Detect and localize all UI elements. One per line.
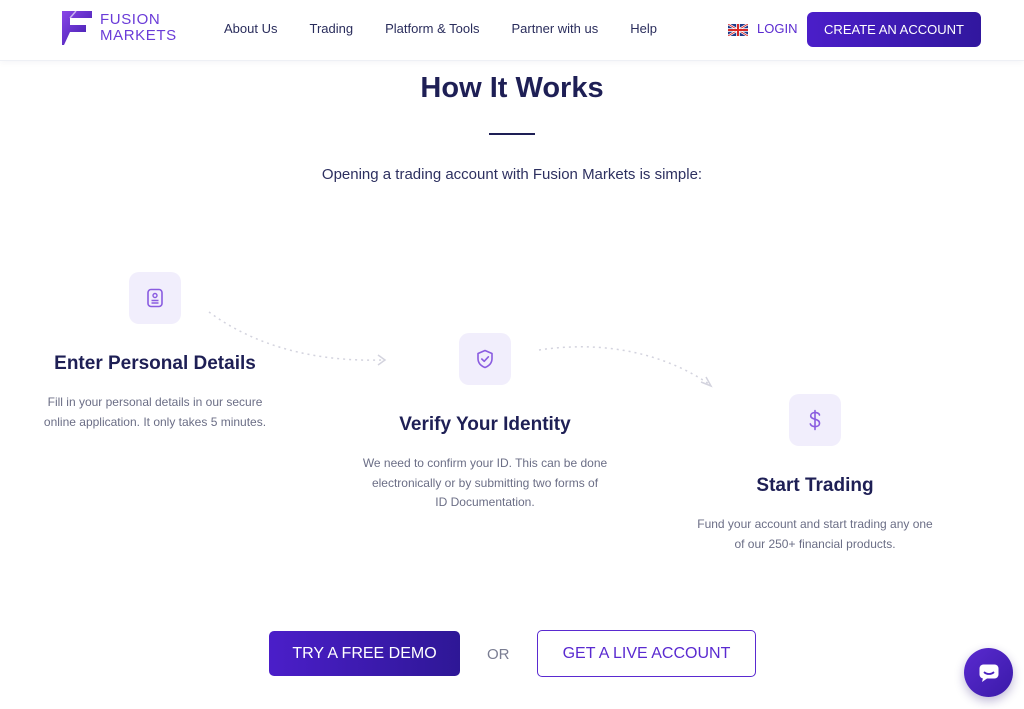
get-live-account-button[interactable]: GET A LIVE ACCOUNT bbox=[537, 630, 756, 677]
step-description: Fill in your personal details in our sec… bbox=[20, 393, 290, 432]
nav-trading[interactable]: Trading bbox=[309, 21, 353, 36]
login-link[interactable]: LOGIN bbox=[757, 21, 797, 36]
cta-or-label: OR bbox=[487, 646, 510, 663]
nav-help[interactable]: Help bbox=[630, 21, 657, 36]
logo-text: FUSION MARKETS bbox=[94, 12, 177, 44]
document-icon bbox=[147, 288, 163, 308]
create-account-button[interactable]: CREATE AN ACCOUNT bbox=[807, 12, 981, 47]
site-header: FUSION MARKETS About Us Trading Platform… bbox=[0, 0, 1024, 61]
step-desc-line: online application. It only takes 5 minu… bbox=[43, 414, 267, 429]
step-description: Fund your account and start trading any … bbox=[680, 515, 950, 554]
step-icon-box bbox=[789, 394, 841, 446]
step-desc-line: electronically or by submitting two form… bbox=[371, 475, 599, 490]
step-desc-line: Fund your account and start trading any … bbox=[697, 517, 933, 531]
chat-icon bbox=[979, 664, 998, 682]
step-desc-line: ID Documentation. bbox=[435, 495, 535, 509]
step-icon-box bbox=[129, 272, 181, 324]
step-desc-line: of our 250+ financial products. bbox=[734, 536, 896, 551]
uk-flag-icon[interactable] bbox=[728, 24, 748, 36]
step-desc-line: We need to confirm your ID. This can be … bbox=[362, 456, 608, 470]
step-start-trading: Start Trading Fund your account and star… bbox=[680, 394, 950, 554]
fusion-markets-logo[interactable]: FUSION MARKETS bbox=[60, 9, 177, 47]
step-verify-identity: Verify Your Identity We need to confirm … bbox=[350, 333, 620, 513]
try-free-demo-button[interactable]: TRY A FREE DEMO bbox=[269, 631, 460, 676]
nav-partner-with-us[interactable]: Partner with us bbox=[512, 21, 599, 36]
nav-platform-tools[interactable]: Platform & Tools bbox=[385, 21, 479, 36]
step-title: Start Trading bbox=[756, 475, 874, 496]
step-title: Verify Your Identity bbox=[399, 414, 571, 435]
chat-widget-button[interactable] bbox=[964, 648, 1013, 697]
logo-line2: MARKETS bbox=[100, 27, 177, 44]
section-title: How It Works bbox=[420, 72, 604, 104]
step-enter-details: Enter Personal Details Fill in your pers… bbox=[20, 272, 290, 432]
section-intro: Opening a trading account with Fusion Ma… bbox=[321, 166, 703, 183]
step-description: We need to confirm your ID. This can be … bbox=[350, 454, 620, 513]
title-underline bbox=[489, 133, 535, 135]
nav-about-us[interactable]: About Us bbox=[224, 21, 277, 36]
dollar-icon bbox=[809, 409, 821, 431]
logo-line1: FUSION bbox=[100, 11, 161, 28]
step-title: Enter Personal Details bbox=[54, 353, 256, 374]
step-desc-line: Fill in your personal details in our sec… bbox=[47, 395, 263, 409]
shield-check-icon bbox=[477, 349, 493, 369]
logo-mark-icon bbox=[62, 10, 92, 45]
main-nav: About Us Trading Platform & Tools Partne… bbox=[224, 21, 689, 36]
step-icon-box bbox=[459, 333, 511, 385]
